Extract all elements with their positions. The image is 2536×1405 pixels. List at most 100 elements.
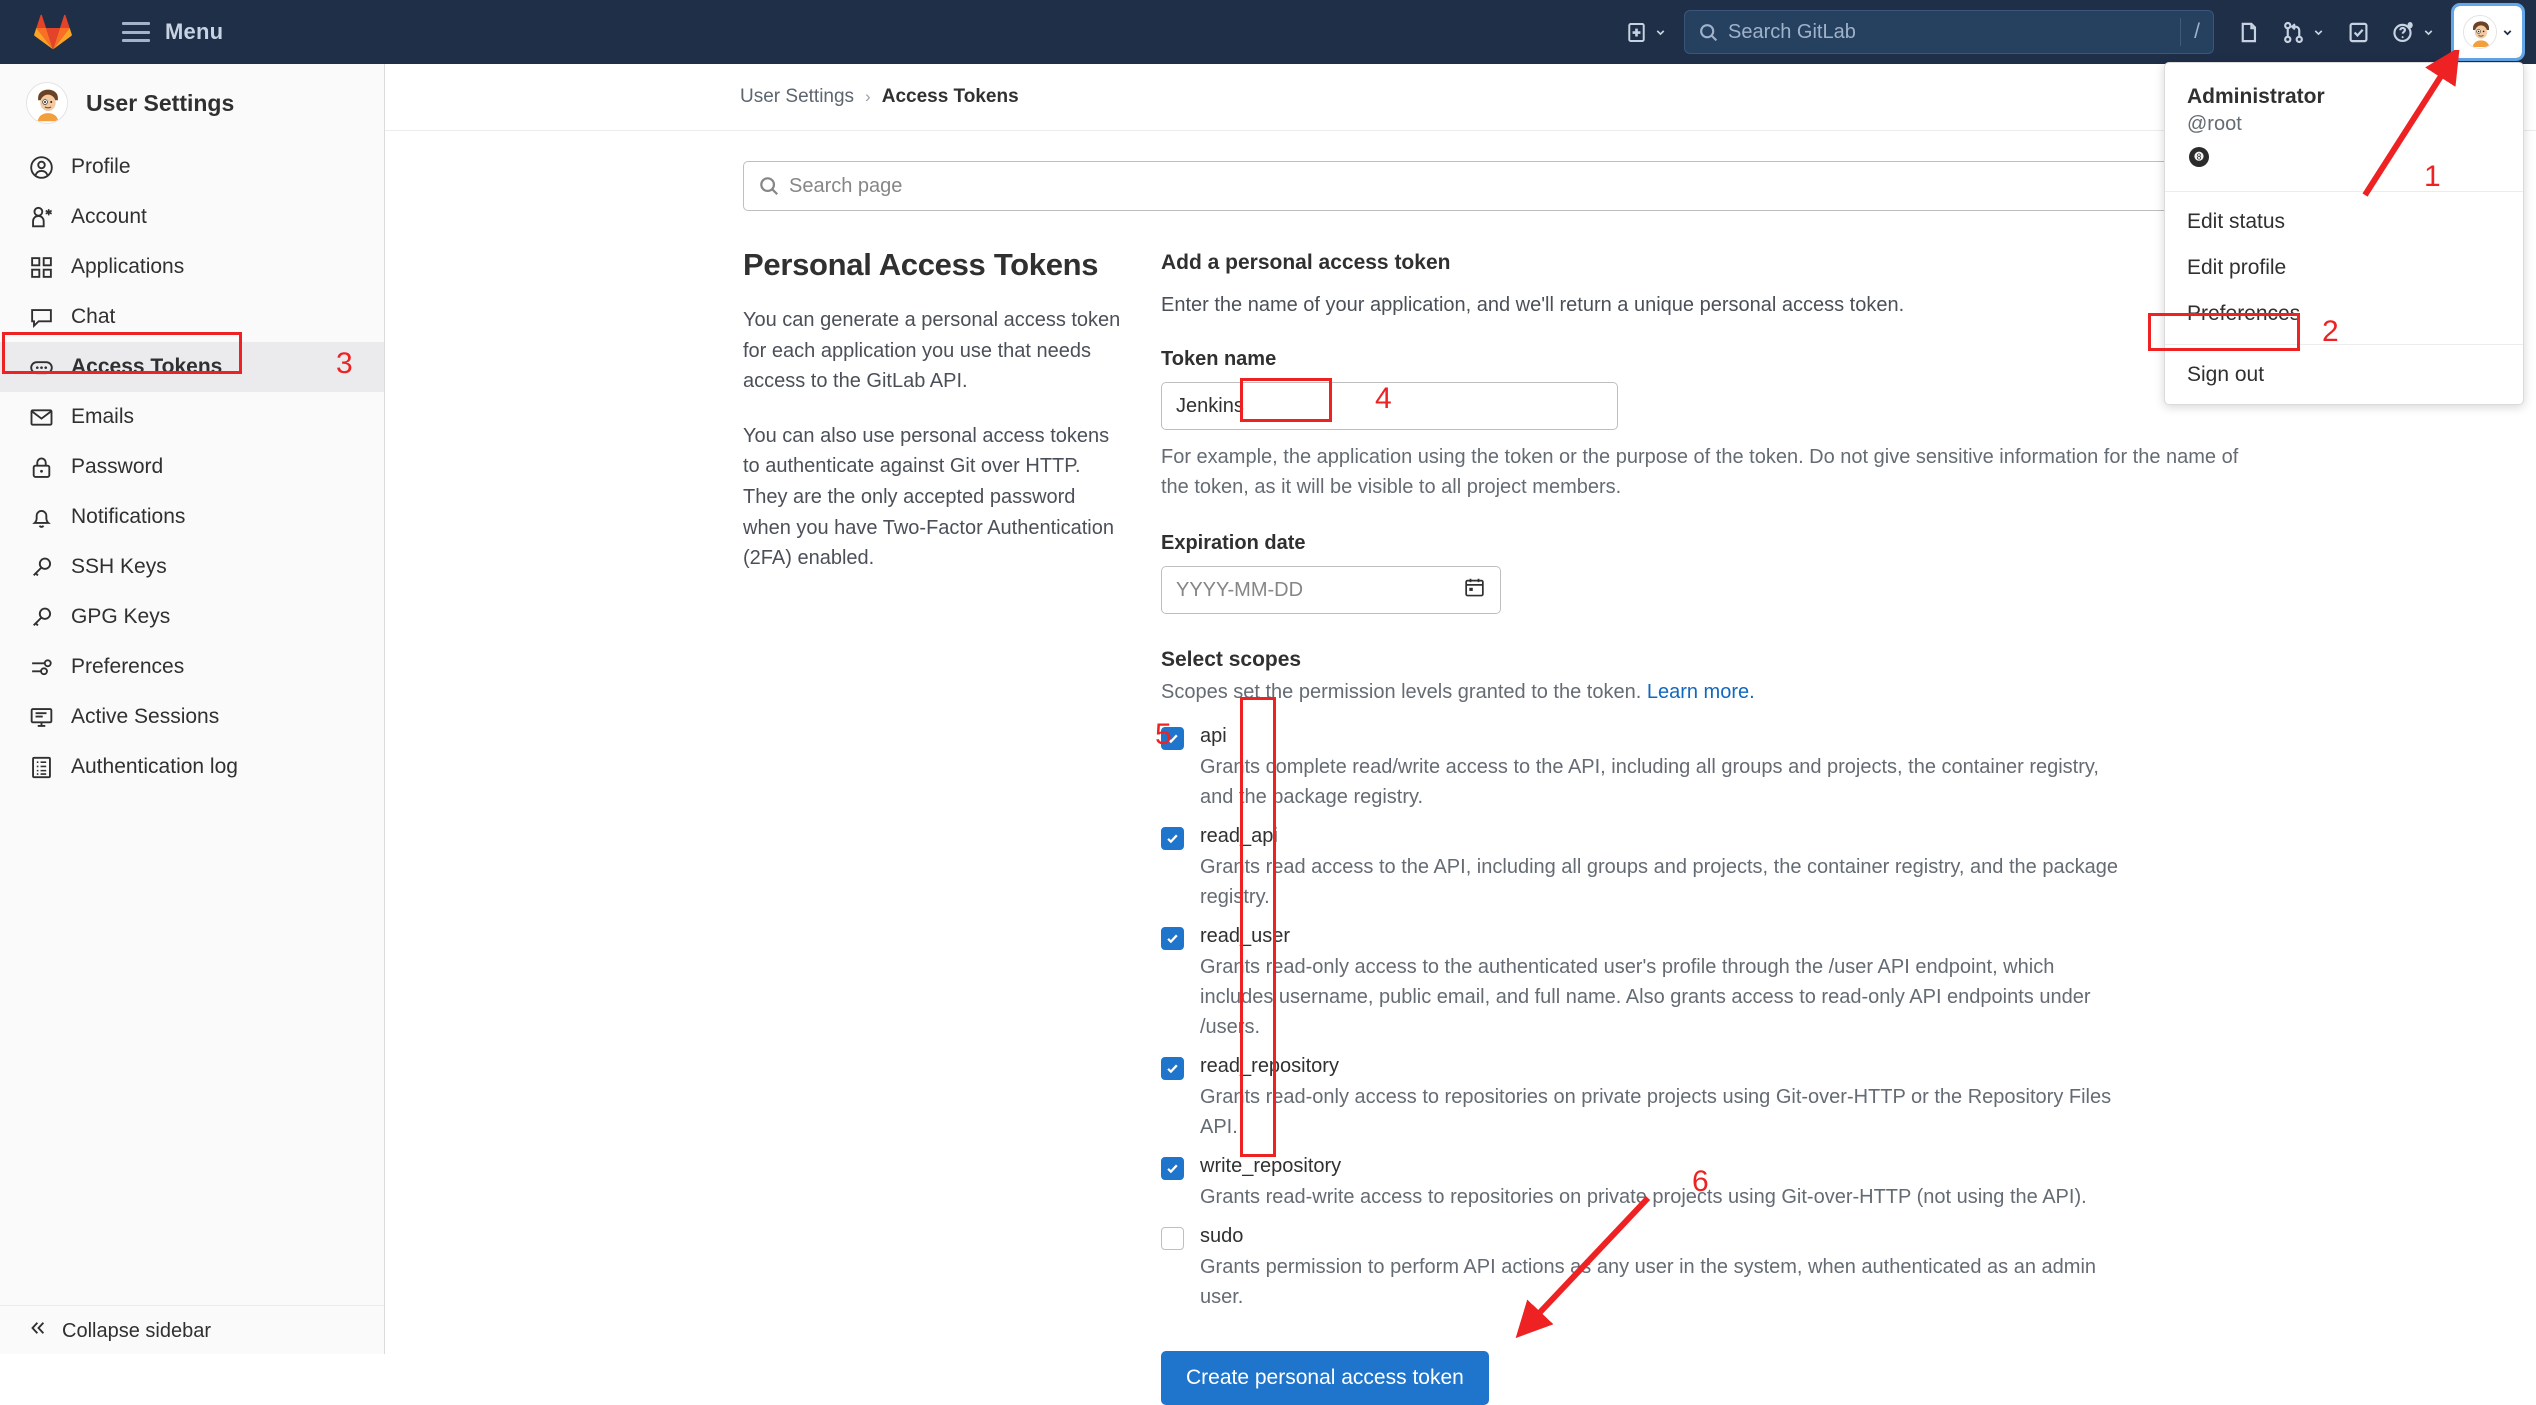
help-question-icon	[2393, 21, 2413, 42]
main-menu-button[interactable]: Menu	[122, 19, 223, 45]
double-chevron-left-icon	[28, 1318, 48, 1344]
sidebar-item-chat[interactable]: Chat	[0, 292, 384, 342]
search-icon	[760, 177, 779, 196]
scope-description: Grants permission to perform API actions…	[1200, 1256, 2097, 1308]
token-name-value: Jenkins	[1176, 394, 1244, 417]
scope-description: Grants read-write access to repositories…	[1200, 1186, 2087, 1208]
sidebar-item-authentication-log[interactable]: Authentication log	[0, 742, 384, 792]
info-column: Personal Access Tokens You can generate …	[743, 247, 1161, 1405]
list-log-icon	[28, 754, 54, 780]
scope-row-sudo: sudo Grants permission to perform API ac…	[1161, 1221, 2261, 1312]
scope-name: write_repository	[1200, 1155, 1342, 1177]
checkbox-api[interactable]	[1161, 727, 1184, 750]
sidebar-item-label: Preferences	[71, 655, 185, 678]
hamburger-menu-icon	[122, 22, 150, 42]
grid-apps-icon	[28, 254, 54, 280]
create-new-button[interactable]	[1615, 8, 1678, 56]
menu-item-sign-out[interactable]: Sign out	[2165, 352, 2523, 398]
breadcrumb-separator: ›	[865, 87, 871, 106]
user-settings-sidebar: User Settings Profile Account Applicatio…	[0, 64, 385, 1354]
token-name-label: Token name	[1161, 348, 1277, 370]
create-personal-access-token-button[interactable]: Create personal access token	[1161, 1351, 1489, 1405]
scope-name: sudo	[1200, 1225, 1244, 1247]
search-placeholder: Search GitLab	[1728, 20, 1856, 43]
sidebar-item-label: Authentication log	[71, 755, 238, 778]
sidebar-header: User Settings	[0, 64, 384, 142]
checkbox-read-user[interactable]	[1161, 927, 1184, 950]
sidebar-item-active-sessions[interactable]: Active Sessions	[0, 692, 384, 742]
sidebar-item-label: Applications	[71, 255, 185, 278]
envelope-icon	[28, 404, 54, 430]
avatar	[26, 82, 68, 124]
sidebar-item-label: Account	[71, 205, 147, 228]
lock-icon	[28, 454, 54, 480]
sidebar-item-applications[interactable]: Applications	[0, 242, 384, 292]
checkbox-write-repository[interactable]	[1161, 1157, 1184, 1180]
checkbox-sudo[interactable]	[1161, 1227, 1184, 1250]
sidebar-item-label: Emails	[71, 405, 135, 428]
sidebar-item-label: Password	[71, 455, 164, 478]
chevron-down-icon	[2424, 29, 2433, 35]
token-name-help: For example, the application using the t…	[1161, 446, 2239, 498]
sidebar-item-label: Active Sessions	[71, 705, 220, 728]
user-circle-icon	[28, 154, 54, 180]
help-button[interactable]	[2381, 8, 2446, 56]
sidebar-item-preferences[interactable]: Preferences	[0, 642, 384, 692]
monitor-icon	[28, 704, 54, 730]
sidebar-item-label: GPG Keys	[71, 605, 171, 628]
checkbox-read-repository[interactable]	[1161, 1057, 1184, 1080]
breadcrumb-parent[interactable]: User Settings	[740, 86, 854, 108]
menu-item-preferences[interactable]: Preferences	[2165, 291, 2523, 337]
checkbox-read-api[interactable]	[1161, 827, 1184, 850]
top-nav-right-group: Search GitLab /	[1615, 3, 2536, 61]
sidebar-item-emails[interactable]: Emails	[0, 392, 384, 442]
sliders-icon	[28, 654, 54, 680]
dropdown-user-info: Administrator @root 8	[2165, 69, 2523, 184]
merge-requests-button[interactable]	[2271, 8, 2336, 56]
sidebar-item-gpg-keys[interactable]: GPG Keys	[0, 592, 384, 642]
sidebar-item-profile[interactable]: Profile	[0, 142, 384, 192]
gitlab-fox-logo[interactable]	[22, 14, 84, 50]
8ball-status-icon[interactable]: 8	[2187, 145, 2501, 174]
sidebar-title: User Settings	[86, 89, 235, 116]
sidebar-item-label: SSH Keys	[71, 555, 167, 578]
search-input[interactable]: Search GitLab /	[1684, 10, 2214, 54]
search-icon	[1700, 23, 1718, 41]
menu-item-edit-profile[interactable]: Edit profile	[2165, 245, 2523, 291]
sidebar-item-ssh-keys[interactable]: SSH Keys	[0, 542, 384, 592]
calendar-icon[interactable]	[1463, 576, 1486, 605]
expiration-date-label: Expiration date	[1161, 532, 1306, 554]
key-icon	[28, 554, 54, 580]
form-subtitle: Enter the name of your application, and …	[1161, 294, 1905, 316]
collapse-sidebar-label: Collapse sidebar	[62, 1319, 211, 1342]
issues-button[interactable]	[2226, 8, 2271, 56]
issues-icon	[2241, 22, 2257, 42]
sidebar-item-notifications[interactable]: Notifications	[0, 492, 384, 542]
collapse-sidebar-button[interactable]: Collapse sidebar	[0, 1305, 384, 1354]
user-dropdown-menu: Administrator @root 8 Edit status Edit p…	[2164, 62, 2524, 405]
sidebar-item-access-tokens[interactable]: Access Tokens	[0, 342, 384, 392]
sidebar-item-label: Access Tokens	[71, 355, 223, 378]
expiration-date-input[interactable]: YYYY-MM-DD	[1161, 566, 1501, 614]
user-menu-button[interactable]	[2451, 3, 2525, 61]
chevron-down-icon	[1656, 29, 1665, 35]
scope-row-write-repository: write_repository Grants read-write acces…	[1161, 1151, 2261, 1212]
token-icon	[28, 354, 54, 380]
scope-description: Grants complete read/write access to the…	[1200, 756, 2099, 808]
learn-more-link[interactable]: Learn more.	[1647, 681, 1755, 703]
menu-item-edit-status[interactable]: Edit status	[2165, 199, 2523, 245]
account-icon	[28, 204, 54, 230]
sidebar-item-account[interactable]: Account	[0, 192, 384, 242]
sidebar-item-label: Notifications	[71, 505, 186, 528]
scope-description: Grants read access to the API, including…	[1200, 856, 2118, 908]
select-scopes-title: Select scopes	[1161, 648, 1302, 671]
top-navigation-bar: Menu Search GitLab /	[0, 0, 2536, 64]
token-name-input[interactable]: Jenkins	[1161, 382, 1618, 430]
scope-name: api	[1200, 725, 1227, 747]
todos-button[interactable]	[2336, 8, 2381, 56]
scopes-list: api Grants complete read/write access to…	[1161, 721, 2261, 1312]
scope-description: Grants read-only access to repositories …	[1200, 1086, 2112, 1138]
menu-label: Menu	[165, 19, 224, 44]
sidebar-item-password[interactable]: Password	[0, 442, 384, 492]
avatar	[2462, 15, 2497, 49]
